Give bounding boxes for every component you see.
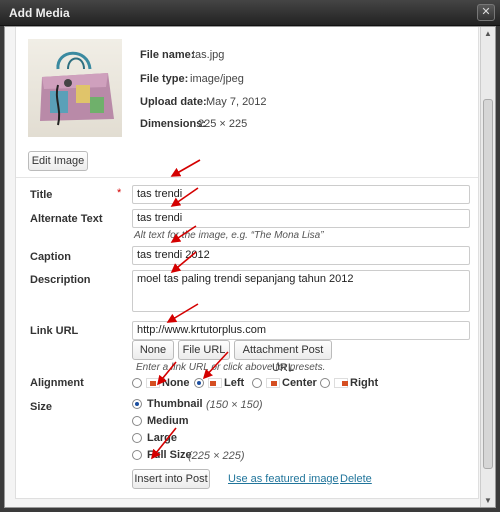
upload-date-value: May 7, 2012 xyxy=(206,96,267,108)
link-attachment-post-url-button[interactable]: Attachment Post URL xyxy=(234,340,332,374)
align-right-icon xyxy=(334,378,348,388)
vertical-scrollbar[interactable]: ▲ ▼ xyxy=(480,27,495,507)
insert-into-post-button[interactable]: Insert into Post xyxy=(132,469,210,489)
align-right-radio[interactable] xyxy=(320,378,330,388)
media-thumbnail xyxy=(28,39,122,137)
size-thumbnail-label: Thumbnail xyxy=(147,398,203,410)
size-label: Size xyxy=(30,401,53,413)
divider xyxy=(16,177,478,178)
alt-text-input[interactable]: tas trendi xyxy=(132,209,470,228)
dimensions-label: Dimensions: xyxy=(140,118,207,130)
link-url-help: Enter a link URL or click above for pres… xyxy=(136,362,326,373)
alt-text-help: Alt text for the image, e.g. “The Mona L… xyxy=(134,230,324,241)
size-full-label: Full Size xyxy=(147,449,192,461)
align-left-icon xyxy=(208,378,222,388)
link-file-url-button[interactable]: File URL xyxy=(178,340,230,360)
file-name-label: File name: xyxy=(140,49,195,61)
align-center-radio[interactable] xyxy=(252,378,262,388)
edit-image-button[interactable]: Edit Image xyxy=(28,151,88,171)
align-none-label: None xyxy=(162,377,190,389)
file-name-value: tas.jpg xyxy=(192,49,225,61)
title-label: Title xyxy=(30,189,53,201)
size-large-radio[interactable] xyxy=(132,433,142,443)
size-full-radio[interactable] xyxy=(132,450,142,460)
link-url-label: Link URL xyxy=(30,325,79,337)
file-type-value: image/jpeg xyxy=(190,73,244,85)
align-none-radio[interactable] xyxy=(132,378,142,388)
upload-date-label: Upload date: xyxy=(140,96,207,108)
media-item-panel: File name: tas.jpg File type: image/jpeg… xyxy=(15,27,479,499)
scroll-down-icon[interactable]: ▼ xyxy=(482,494,494,507)
scroll-up-icon[interactable]: ▲ xyxy=(482,27,494,40)
dialog-title: Add Media xyxy=(9,6,70,20)
size-medium-radio[interactable] xyxy=(132,416,142,426)
dialog-frame: File name: tas.jpg File type: image/jpeg… xyxy=(4,26,496,508)
size-full-dims: (225 × 225) xyxy=(188,450,245,462)
size-large-label: Large xyxy=(147,432,177,444)
alignment-label: Alignment xyxy=(30,377,84,389)
required-mark: * xyxy=(117,187,122,199)
dimensions-value: 225 × 225 xyxy=(198,118,248,130)
dialog-titlebar: Add Media ✕ xyxy=(0,0,500,26)
align-center-label: Center xyxy=(282,377,317,389)
align-left-radio[interactable] xyxy=(194,378,204,388)
caption-input[interactable]: tas trendi 2012 xyxy=(132,246,470,265)
caption-label: Caption xyxy=(30,251,71,263)
delete-link[interactable]: Delete xyxy=(340,473,372,485)
size-thumbnail-radio[interactable] xyxy=(132,399,142,409)
align-right-label: Right xyxy=(350,377,379,389)
scrollbar-thumb[interactable] xyxy=(483,99,493,469)
size-medium-label: Medium xyxy=(147,415,189,427)
align-center-icon xyxy=(266,378,280,388)
file-type-label: File type: xyxy=(140,73,189,85)
align-none-icon xyxy=(146,378,160,388)
link-none-button[interactable]: None xyxy=(132,340,174,360)
description-textarea[interactable]: moel tas paling trendi sepanjang tahun 2… xyxy=(132,270,470,312)
alt-text-label: Alternate Text xyxy=(30,213,103,225)
size-thumbnail-dims: (150 × 150) xyxy=(206,399,263,411)
use-as-featured-image-link[interactable]: Use as featured image xyxy=(228,473,339,485)
title-input[interactable]: tas trendi xyxy=(132,185,470,204)
description-label: Description xyxy=(30,274,91,286)
close-icon[interactable]: ✕ xyxy=(477,4,495,21)
link-url-input[interactable]: http://www.krtutorplus.com xyxy=(132,321,470,340)
align-left-label: Left xyxy=(224,377,245,389)
